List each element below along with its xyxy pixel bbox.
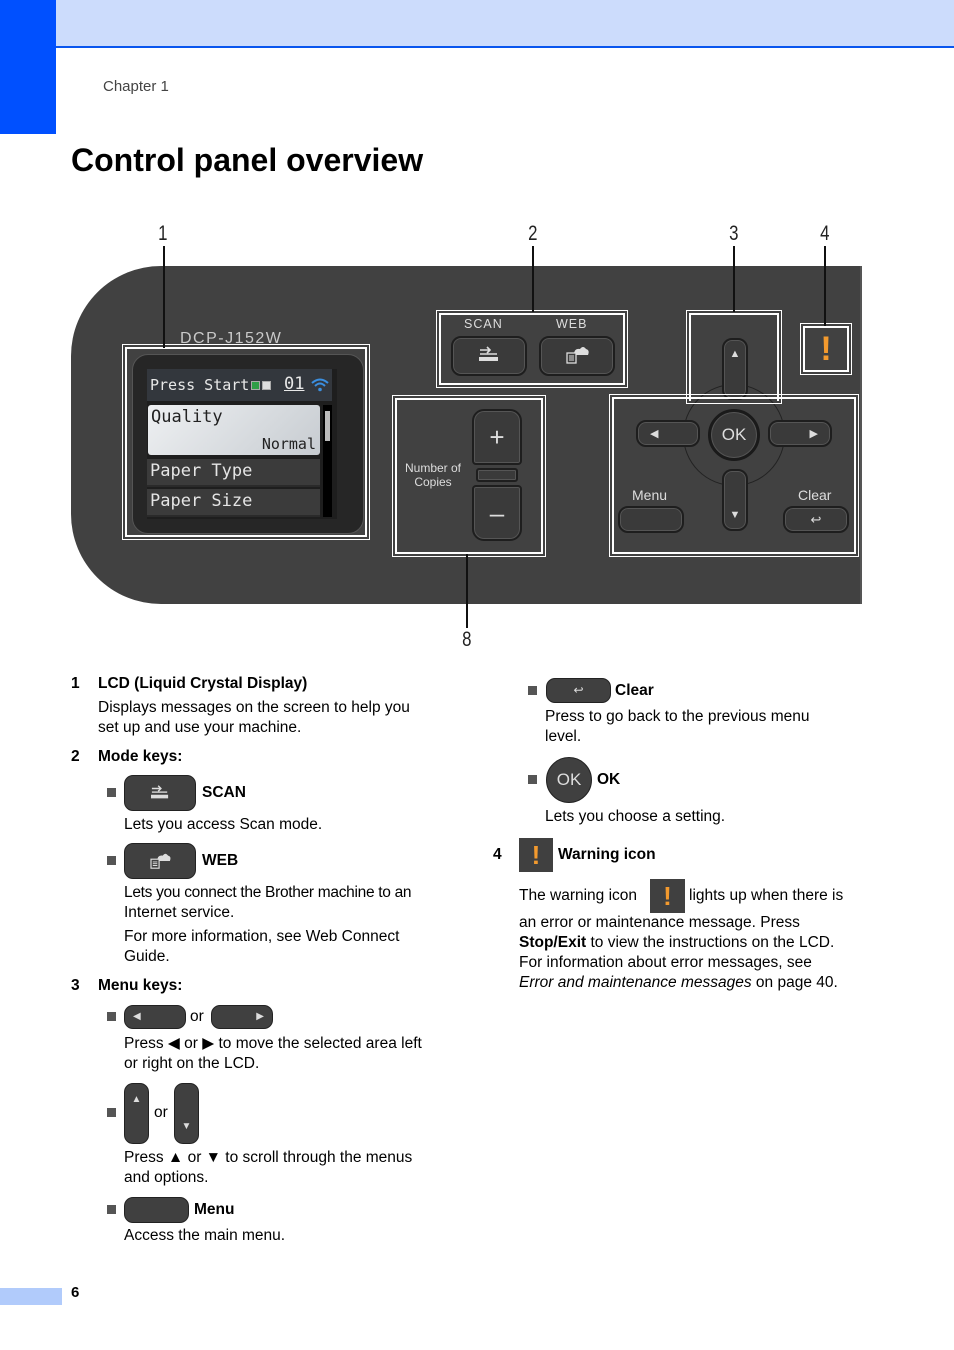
warning-description-2: an error or maintenance message. Press — [519, 914, 800, 931]
clear-description-2: level. — [545, 728, 582, 745]
warning-description-4: For information about error messages, se… — [519, 954, 812, 971]
section-4-number: 4 — [493, 846, 502, 863]
bullet — [528, 686, 537, 695]
warning-icon-illustration: ! — [519, 838, 553, 872]
bullet — [528, 775, 537, 784]
stop-exit-key-name: Stop/Exit — [519, 934, 587, 951]
page-number: 6 — [71, 1284, 80, 1301]
clear-name: Clear — [615, 682, 654, 699]
ok-key-illustration: OK — [546, 757, 592, 803]
cross-reference-link: Error and maintenance messages — [519, 974, 752, 991]
clear-key-illustration: ↩ — [546, 678, 611, 703]
warning-icon-inline: ! — [650, 879, 685, 913]
warning-description-3: Stop/Exit to view the instructions on th… — [519, 934, 835, 951]
warning-description: The warning icon — [519, 887, 638, 904]
footer-bar — [0, 1288, 62, 1305]
warning-description-1b: lights up when there is — [689, 887, 844, 904]
section-4-title: Warning icon — [558, 846, 656, 863]
back-arrow-icon: ↩ — [573, 683, 584, 698]
warning-description-5: Error and maintenance messages on page 4… — [519, 974, 838, 991]
ok-description: Lets you choose a setting. — [545, 808, 726, 825]
ok-name: OK — [597, 771, 621, 788]
right-column: ↩ Clear Press to go back to the previous… — [0, 0, 954, 1350]
clear-description: Press to go back to the previous menu — [545, 708, 810, 725]
